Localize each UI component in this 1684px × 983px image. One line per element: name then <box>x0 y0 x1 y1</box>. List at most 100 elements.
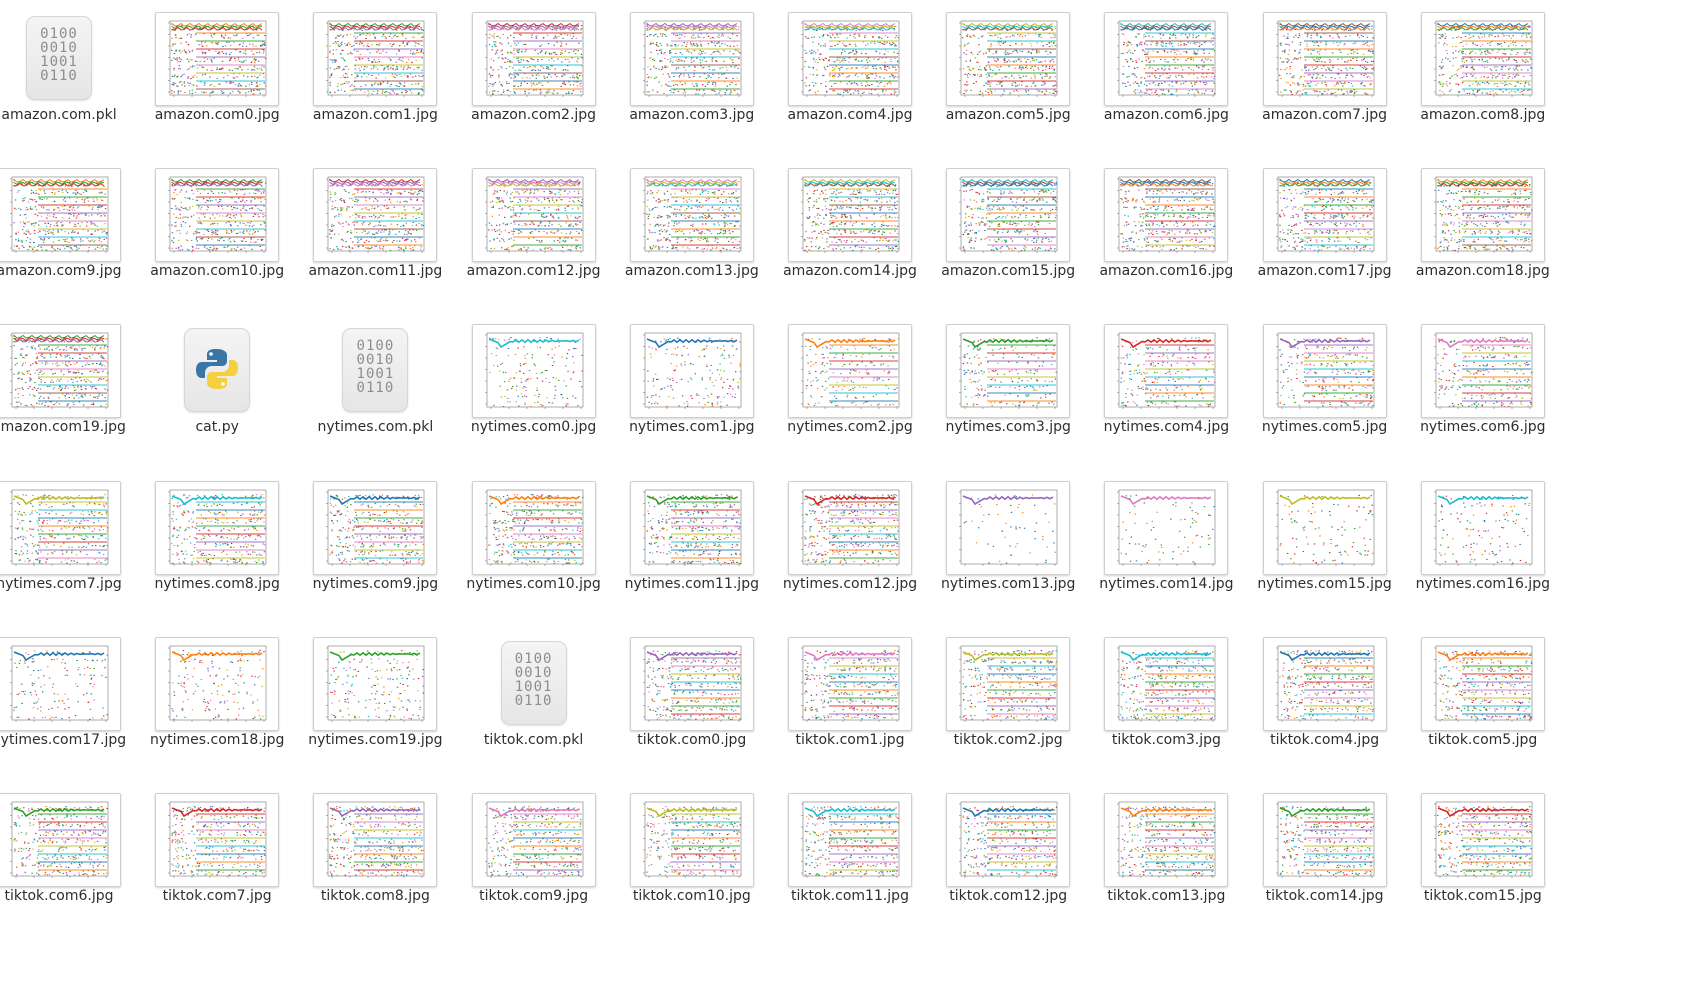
file-item[interactable]: cat.py <box>138 312 296 462</box>
file-item[interactable]: tiktok.com0.jpg <box>613 625 771 775</box>
plot-preview <box>326 801 425 878</box>
file-name: nytimes.com19.jpg <box>288 732 462 748</box>
file-name: amazon.com5.jpg <box>921 107 1095 123</box>
file-item[interactable]: amazon.com5.jpg <box>929 0 1087 150</box>
image-thumbnail <box>471 12 596 106</box>
file-name: amazon.com13.jpg <box>605 263 779 279</box>
file-name: amazon.com17.jpg <box>1238 263 1412 279</box>
file-item[interactable]: tiktok.com10.jpg <box>613 781 771 931</box>
file-item[interactable]: amazon.com11.jpg <box>296 156 454 306</box>
file-item[interactable]: nytimes.com19.jpg <box>296 625 454 775</box>
file-item[interactable]: amazon.com0.jpg <box>138 0 296 150</box>
file-item[interactable]: tiktok.com11.jpg <box>771 781 929 931</box>
file-name: tiktok.com2.jpg <box>921 732 1095 748</box>
file-item[interactable]: nytimes.com13.jpg <box>929 469 1087 619</box>
file-name: nytimes.com10.jpg <box>447 576 621 592</box>
plot-preview <box>168 489 267 566</box>
image-thumbnail <box>1420 324 1545 419</box>
file-item[interactable]: 0100 0010 1001 0110 tiktok.com.pkl <box>455 625 613 775</box>
file-item[interactable]: amazon.com19.jpg <box>0 312 138 462</box>
file-name: amazon.com8.jpg <box>1396 107 1570 123</box>
file-item[interactable]: amazon.com13.jpg <box>613 156 771 306</box>
plot-preview <box>168 645 267 722</box>
plot-preview <box>1117 645 1216 722</box>
file-item[interactable]: nytimes.com0.jpg <box>455 312 613 462</box>
file-name: nytimes.com18.jpg <box>130 732 304 748</box>
file-item[interactable]: amazon.com1.jpg <box>296 0 454 150</box>
file-item[interactable]: amazon.com7.jpg <box>1246 0 1404 150</box>
file-item[interactable]: amazon.com15.jpg <box>929 156 1087 306</box>
file-item[interactable]: tiktok.com1.jpg <box>771 625 929 775</box>
file-item[interactable]: nytimes.com6.jpg <box>1404 312 1562 462</box>
plot-preview <box>10 176 109 254</box>
image-thumbnail <box>629 168 754 263</box>
file-item[interactable]: amazon.com10.jpg <box>138 156 296 306</box>
file-item[interactable]: amazon.com4.jpg <box>771 0 929 150</box>
file-item[interactable]: tiktok.com3.jpg <box>1087 625 1245 775</box>
file-item[interactable]: tiktok.com5.jpg <box>1404 625 1562 775</box>
plot-preview <box>959 645 1058 722</box>
image-thumbnail <box>1262 636 1387 731</box>
file-item[interactable]: nytimes.com1.jpg <box>613 312 771 462</box>
file-item[interactable]: amazon.com9.jpg <box>0 156 138 306</box>
file-item[interactable]: tiktok.com2.jpg <box>929 625 1087 775</box>
file-item[interactable]: nytimes.com17.jpg <box>0 625 138 775</box>
file-item[interactable]: amazon.com17.jpg <box>1246 156 1404 306</box>
file-name: tiktok.com0.jpg <box>605 732 779 748</box>
file-item[interactable]: tiktok.com14.jpg <box>1246 781 1404 931</box>
plot-preview <box>168 801 267 878</box>
image-thumbnail <box>1104 793 1229 887</box>
file-item[interactable]: nytimes.com5.jpg <box>1246 312 1404 462</box>
file-item[interactable]: amazon.com3.jpg <box>613 0 771 150</box>
file-item[interactable]: amazon.com2.jpg <box>455 0 613 150</box>
plot-preview <box>801 20 900 97</box>
file-name: amazon.com16.jpg <box>1079 263 1253 279</box>
file-item[interactable]: nytimes.com7.jpg <box>0 469 138 619</box>
file-item[interactable]: nytimes.com10.jpg <box>455 469 613 619</box>
file-item[interactable]: tiktok.com15.jpg <box>1404 781 1562 931</box>
image-thumbnail <box>946 480 1071 575</box>
binary-digits: 0100 0010 1001 0110 <box>27 27 91 83</box>
file-name: nytimes.com8.jpg <box>130 576 304 592</box>
file-item[interactable]: nytimes.com8.jpg <box>138 469 296 619</box>
file-item[interactable]: nytimes.com4.jpg <box>1087 312 1245 462</box>
file-name: nytimes.com.pkl <box>288 419 462 435</box>
file-item[interactable]: amazon.com18.jpg <box>1404 156 1562 306</box>
file-name: nytimes.com12.jpg <box>763 576 937 592</box>
file-item[interactable]: tiktok.com12.jpg <box>929 781 1087 931</box>
file-item[interactable]: nytimes.com9.jpg <box>296 469 454 619</box>
file-item[interactable]: amazon.com12.jpg <box>455 156 613 306</box>
file-item[interactable]: 0100 0010 1001 0110 nytimes.com.pkl <box>296 312 454 462</box>
file-item[interactable]: nytimes.com2.jpg <box>771 312 929 462</box>
file-item[interactable]: tiktok.com7.jpg <box>138 781 296 931</box>
file-item[interactable]: amazon.com8.jpg <box>1404 0 1562 150</box>
file-item[interactable]: nytimes.com3.jpg <box>929 312 1087 462</box>
plot-preview <box>1433 489 1533 566</box>
file-item[interactable]: nytimes.com12.jpg <box>771 469 929 619</box>
file-item[interactable]: tiktok.com4.jpg <box>1246 625 1404 775</box>
file-item[interactable]: amazon.com14.jpg <box>771 156 929 306</box>
file-item[interactable]: nytimes.com14.jpg <box>1087 469 1245 619</box>
plot-preview <box>484 176 583 254</box>
image-thumbnail <box>471 793 596 887</box>
image-thumbnail <box>946 793 1071 887</box>
image-thumbnail <box>1262 168 1387 263</box>
file-item[interactable]: amazon.com6.jpg <box>1087 0 1245 150</box>
image-thumbnail <box>1420 168 1545 263</box>
file-item[interactable]: tiktok.com8.jpg <box>296 781 454 931</box>
plot-preview <box>484 489 583 566</box>
file-item[interactable]: tiktok.com9.jpg <box>455 781 613 931</box>
file-item[interactable]: nytimes.com15.jpg <box>1246 469 1404 619</box>
binary-file-icon: 0100 0010 1001 0110 <box>26 16 92 100</box>
image-thumbnail <box>155 480 280 575</box>
plot-preview <box>1275 489 1374 566</box>
file-item[interactable]: nytimes.com18.jpg <box>138 625 296 775</box>
file-item[interactable]: tiktok.com13.jpg <box>1087 781 1245 931</box>
file-item[interactable]: tiktok.com6.jpg <box>0 781 138 931</box>
file-name: tiktok.com5.jpg <box>1396 732 1570 748</box>
binary-digits: 0100 0010 1001 0110 <box>502 652 566 708</box>
file-item[interactable]: 0100 0010 1001 0110 amazon.com.pkl <box>0 0 138 150</box>
file-item[interactable]: nytimes.com16.jpg <box>1404 469 1562 619</box>
file-item[interactable]: nytimes.com11.jpg <box>613 469 771 619</box>
file-item[interactable]: amazon.com16.jpg <box>1087 156 1245 306</box>
